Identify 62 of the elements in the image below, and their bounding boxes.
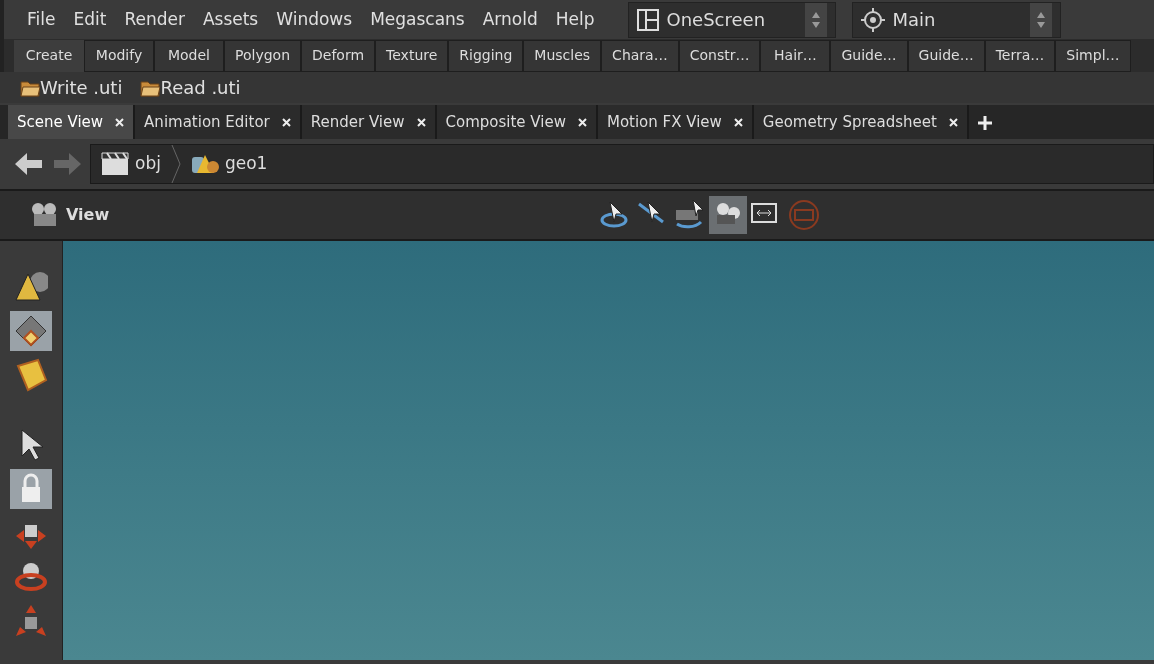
back-arrow-icon[interactable]	[14, 151, 44, 177]
shelf-tab[interactable]: Hair…	[760, 39, 831, 72]
diamond-icon	[14, 314, 48, 348]
updown-arrow-icon	[810, 10, 821, 29]
updown-arrow-icon	[1035, 10, 1046, 29]
shelf-tab[interactable]: Model	[154, 39, 224, 72]
shelf-tab[interactable]: Create	[14, 39, 84, 72]
menu-item[interactable]: Windows	[267, 6, 362, 33]
shelf-tab[interactable]: Guide…	[830, 39, 908, 72]
menu-item[interactable]: Assets	[193, 6, 268, 33]
pane-tab[interactable]: Render View	[301, 105, 437, 139]
folder-icon	[20, 78, 40, 97]
viewport-layout-selector[interactable]: Main	[851, 1, 1061, 38]
shelf-tab[interactable]: Texture	[375, 39, 449, 72]
shelf-tab[interactable]: Guide…	[907, 39, 985, 72]
add-tab-icon[interactable]	[976, 114, 993, 131]
shelf-tab[interactable]: Simpl…	[1055, 39, 1131, 72]
desktop-selector[interactable]: OneScreen	[627, 1, 836, 38]
menu-item[interactable]: Arnold	[473, 6, 547, 33]
menu-item[interactable]: Megascans	[361, 6, 474, 33]
close-icon[interactable]	[577, 117, 587, 127]
desktop-name: OneScreen	[666, 8, 767, 32]
close-icon[interactable]	[115, 117, 125, 127]
shelf-tab[interactable]: Modify	[84, 39, 154, 72]
clapboard-icon	[101, 151, 129, 177]
pane-tab[interactable]: Animation Editor	[135, 105, 302, 139]
layout-icon	[636, 8, 659, 31]
shelf-tab[interactable]: Terra…	[984, 39, 1056, 72]
path-segment[interactable]: geo1	[186, 151, 272, 177]
cone-icon	[14, 270, 48, 304]
shelf-tab[interactable]: Muscles	[523, 39, 602, 72]
shelf-tab[interactable]: Polygon	[224, 39, 301, 72]
close-icon[interactable]	[948, 117, 958, 127]
menu-item[interactable]: Edit	[64, 6, 116, 33]
layout-name: Main	[892, 8, 937, 32]
path-segment[interactable]: obj	[97, 151, 165, 177]
shelf-tool[interactable]: Read .uti	[140, 74, 241, 101]
shelf-tab[interactable]: Deform	[301, 39, 376, 72]
tool-button[interactable]	[10, 311, 52, 351]
folder-icon	[140, 78, 161, 97]
shelf-tab[interactable]: Rigging	[448, 39, 524, 72]
menu-item[interactable]: Render	[115, 6, 194, 33]
close-icon[interactable]	[281, 117, 291, 127]
menu-item[interactable]: Help	[546, 6, 604, 33]
rotate-icon	[14, 560, 48, 594]
shelf-tool[interactable]: Write .uti	[20, 74, 123, 101]
close-icon[interactable]	[733, 117, 743, 127]
menu-item[interactable]: File	[18, 6, 65, 33]
pane-tab[interactable]: Composite View	[436, 105, 598, 139]
shelf-tab[interactable]: Constr…	[678, 39, 761, 72]
viewer-title: View	[66, 204, 110, 226]
stop-icon	[787, 198, 822, 232]
shelf-tab[interactable]: Chara…	[601, 39, 679, 72]
chevron-icon	[170, 144, 181, 184]
pane-tab[interactable]: Geometry Spreadsheet	[753, 105, 969, 139]
viewer-tool[interactable]	[709, 196, 748, 234]
pane-tab[interactable]: Motion FX View	[597, 105, 754, 139]
close-icon[interactable]	[416, 117, 426, 127]
pane-tab[interactable]: Scene View	[8, 105, 136, 139]
cube-icon	[14, 358, 48, 392]
crosshair-icon	[860, 7, 885, 32]
scale-icon	[14, 604, 48, 638]
